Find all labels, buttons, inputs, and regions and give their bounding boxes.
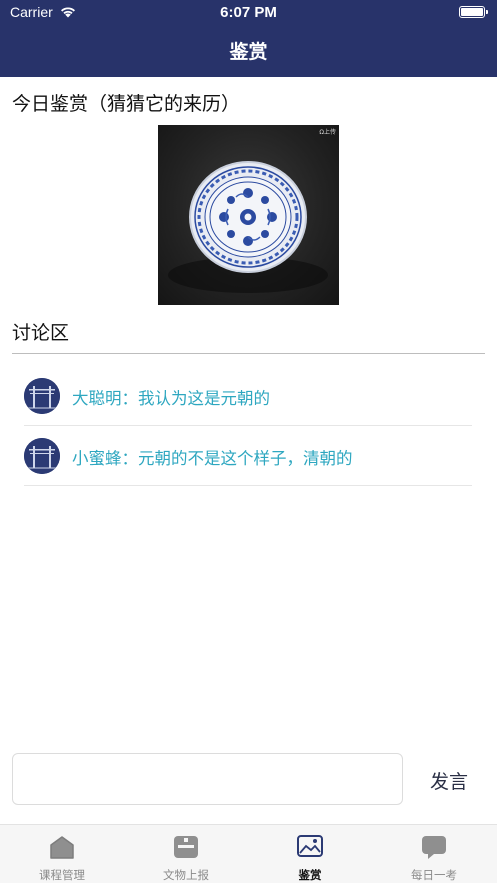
- tab-artifact-report[interactable]: 文物上报: [124, 825, 248, 883]
- course-icon: [50, 836, 74, 859]
- comment-item: 大聪明：我认为这是元朝的: [24, 366, 472, 426]
- tab-label: 文物上报: [163, 868, 209, 882]
- tab-label: 每日一考: [411, 868, 457, 882]
- status-bar: Carrier 6:07 PM: [0, 0, 497, 26]
- today-section-title: 今日鉴赏（猜猜它的来历）: [12, 93, 241, 115]
- quiz-icon: [422, 836, 446, 859]
- avatar[interactable]: [24, 378, 60, 414]
- tab-label: 课程管理: [39, 868, 85, 882]
- appreciation-icon: [297, 835, 323, 857]
- tab-bar: 课程管理 文物上报 鉴赏 每日一考: [0, 824, 497, 883]
- battery-icon: [459, 6, 488, 18]
- comment-input[interactable]: [12, 753, 403, 805]
- tab-daily-quiz[interactable]: 每日一考: [372, 825, 496, 883]
- comment-item: 小蜜蜂：元朝的不是这个样子，清朝的: [24, 426, 472, 486]
- porcelain-plate-picture: [168, 161, 328, 293]
- page-title: 鉴赏: [229, 41, 268, 63]
- navigation-header: Carrier 6:07 PM 鉴赏: [0, 0, 497, 77]
- comment-text: 小蜜蜂：元朝的不是这个样子，清朝的: [72, 449, 353, 468]
- section-divider: [12, 353, 485, 354]
- tab-label: 鉴赏: [298, 868, 322, 882]
- report-icon: [174, 836, 198, 858]
- clock: 6:07 PM: [220, 4, 277, 21]
- send-button[interactable]: 发言: [418, 767, 480, 794]
- discussion-section-title: 讨论区: [12, 322, 70, 344]
- avatar-picture: [24, 438, 60, 474]
- tab-appreciation[interactable]: 鉴赏: [248, 825, 372, 883]
- tab-course-management[interactable]: 课程管理: [0, 825, 124, 883]
- avatar[interactable]: [24, 438, 60, 474]
- artifact-image[interactable]: Ω上传: [158, 125, 339, 305]
- avatar-picture: [24, 378, 60, 414]
- comment-text: 大聪明：我认为这是元朝的: [72, 389, 270, 408]
- image-watermark: Ω上传: [319, 129, 336, 136]
